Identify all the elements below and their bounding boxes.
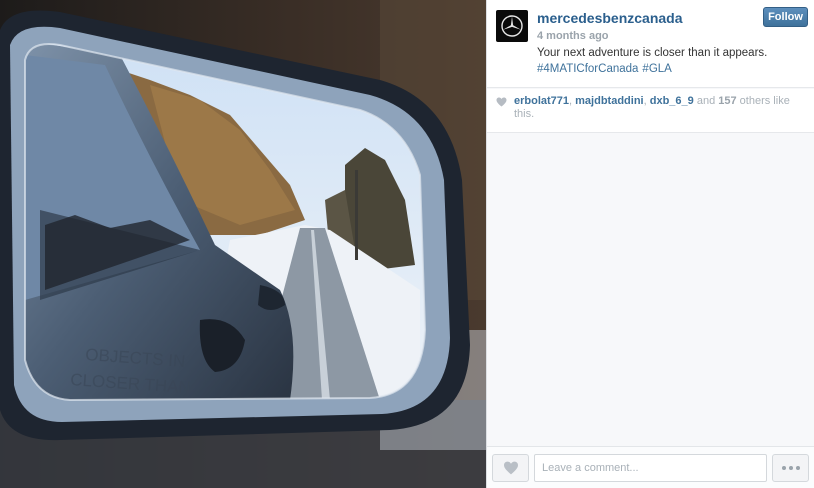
mercedes-star-icon	[501, 15, 523, 37]
post-caption: Your next adventure is closer than it ap…	[537, 47, 768, 59]
post-timestamp: 4 months ago	[537, 30, 609, 42]
more-dots-icon	[788, 466, 793, 470]
follow-button[interactable]: Follow	[763, 7, 808, 27]
liker-link[interactable]: majdbtaddini	[575, 95, 643, 107]
post-details-panel: mercedesbenzcanada 4 months ago Your nex…	[486, 0, 814, 488]
username-link[interactable]: mercedesbenzcanada	[537, 10, 683, 26]
side-mirror-illustration: OBJECTS IN CLOSER THAN	[0, 0, 486, 488]
more-dots-icon	[781, 466, 786, 470]
post-header: mercedesbenzcanada 4 months ago Your nex…	[487, 0, 814, 88]
liker-link[interactable]: erbolat771	[514, 95, 569, 107]
avatar[interactable]	[496, 10, 528, 42]
hashtag-link[interactable]: #GLA	[642, 63, 671, 75]
likes-connector: and	[696, 95, 716, 107]
likes-summary: erbolat771, majdbtaddini, dxb_6_9 and 15…	[487, 89, 814, 133]
likes-others-count[interactable]: 157	[718, 95, 736, 107]
liker-link[interactable]: dxb_6_9	[650, 95, 694, 107]
like-button[interactable]	[492, 454, 529, 482]
comment-input[interactable]	[534, 454, 767, 482]
heart-icon	[503, 461, 518, 475]
heart-icon	[496, 97, 507, 107]
more-options-button[interactable]	[772, 454, 809, 482]
hashtag-link[interactable]: #4MATICforCanada	[537, 63, 638, 75]
more-dots-icon	[795, 466, 800, 470]
post-photo: OBJECTS IN CLOSER THAN	[0, 0, 486, 488]
hashtag-list: #4MATICforCanada #GLA	[537, 61, 676, 77]
comment-bar	[487, 446, 814, 488]
